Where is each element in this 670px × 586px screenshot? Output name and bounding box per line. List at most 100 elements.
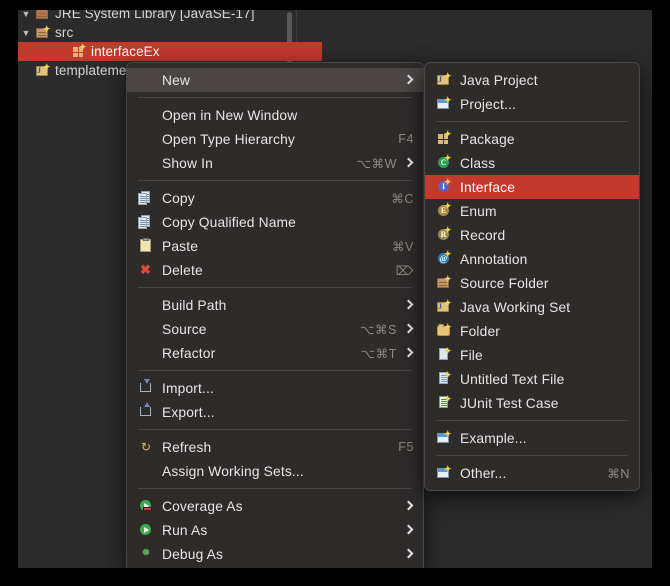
menu-item-untitled-text-file[interactable]: ✦ Untitled Text File [425, 367, 639, 391]
menu-item-record[interactable]: R ✦ Record [425, 223, 639, 247]
menu-item-show-in[interactable]: Show In ⌥⌘W [127, 151, 423, 175]
menu-item-class[interactable]: C ✦ Class [425, 151, 639, 175]
source-folder-icon: ✦ [34, 25, 51, 40]
menu-item-shortcut: ⌥⌘W [356, 156, 397, 171]
menu-item-delete[interactable]: ✖ Delete ⌦ [127, 258, 423, 282]
run-icon [137, 522, 155, 538]
tree-item-jre-system-library-javase-17[interactable]: ▼ JRE System Library [JavaSE-17] [18, 10, 255, 23]
menu-item-copy[interactable]: Copy ⌘C [127, 186, 423, 210]
menu-item-label: Open Type Hierarchy [162, 131, 295, 147]
menu-item-enum[interactable]: E ✦ Enum [425, 199, 639, 223]
chevron-right-icon [405, 548, 414, 560]
menu-item-export[interactable]: Export... [127, 400, 423, 424]
menu-item-source[interactable]: Source ⌥⌘S [127, 317, 423, 341]
menu-item-other[interactable]: ✦ Other... ⌘N [425, 461, 639, 485]
debug-icon: ✹ [141, 547, 151, 559]
menu-item-label: Folder [460, 323, 501, 339]
menu-item-import[interactable]: Import... [127, 376, 423, 400]
menu-item-new[interactable]: New [127, 68, 423, 92]
screen: ▼ JRE System Library [JavaSE-17] ▼ ✦ src ✦ int… [0, 0, 670, 586]
menu-item-shortcut: ⌘V [391, 239, 414, 254]
menu-item-label: Interface [460, 179, 516, 195]
other-icon: ✦ [435, 465, 453, 481]
java-project-icon: ✦ [34, 63, 51, 78]
tree-item-label: interfaceEx [91, 44, 160, 59]
menu-item-assign-working-sets[interactable]: Assign Working Sets... [127, 459, 423, 483]
menu-item-refactor[interactable]: Refactor ⌥⌘T [127, 341, 423, 365]
source-folder-icon: ✦ [435, 275, 453, 291]
menu-item-label: File [460, 347, 483, 363]
menu-item-paste[interactable]: Paste ⌘V [127, 234, 423, 258]
context-menu[interactable]: New Open in New Window Open Type Hierarchy… [126, 62, 424, 568]
coverage-icon [137, 498, 155, 514]
java-working-set-icon: ✦ [435, 299, 453, 315]
menu-item-label: Package [460, 131, 515, 147]
new-submenu[interactable]: ✦ Java Project ✦ Project... ✦ Package C✦ Class I… [424, 62, 640, 491]
menu-item-shortcut: ⌦ [395, 263, 414, 278]
copy-icon [137, 190, 155, 206]
menu-separator [138, 429, 412, 430]
menu-item-open-type-hierarchy[interactable]: Open Type Hierarchy F4 [127, 127, 423, 151]
example-icon: ✦ [435, 430, 453, 446]
menu-separator [138, 180, 412, 181]
menu-item-java-project[interactable]: ✦ Java Project [425, 68, 639, 92]
menu-item-label: JUnit Test Case [460, 395, 559, 411]
menu-item-label: Java Project [460, 72, 538, 88]
ide-window: ▼ JRE System Library [JavaSE-17] ▼ ✦ src ✦ int… [18, 10, 652, 568]
menu-item-annotation[interactable]: @ ✦ Annotation [425, 247, 639, 271]
menu-item-label: Paste [162, 238, 199, 254]
tree-item-interfaceex[interactable]: ✦ interfaceEx [18, 42, 322, 61]
folder-icon: ✦ [435, 323, 453, 339]
menu-item-example[interactable]: ✦ Example... [425, 426, 639, 450]
tree-item-label: src [55, 25, 74, 40]
menu-separator [436, 420, 628, 421]
menu-item-debug-as[interactable]: ✹ Debug As [127, 542, 423, 566]
chevron-right-icon [405, 74, 414, 86]
interface-icon: I ✦ [435, 178, 453, 195]
chevron-down-icon[interactable]: ▼ [18, 28, 34, 38]
delete-icon: ✖ [140, 262, 151, 277]
menu-item-refresh[interactable]: ↻ Refresh F5 [127, 435, 423, 459]
java-project-icon: ✦ [435, 72, 453, 88]
menu-item-label: Run As [162, 522, 208, 538]
menu-item-label: Delete [162, 262, 203, 278]
refresh-icon: ↻ [140, 440, 152, 454]
project-icon: ✦ [435, 96, 453, 112]
menu-item-label: Debug As [162, 546, 224, 562]
menu-item-folder[interactable]: ✦ Folder [425, 319, 639, 343]
menu-item-label: Source [162, 321, 207, 337]
menu-item-label: Source Folder [460, 275, 549, 291]
enum-icon: E ✦ [435, 202, 453, 219]
tree-item-src[interactable]: ▼ ✦ src [18, 23, 74, 42]
menu-item-project[interactable]: ✦ Project... [425, 92, 639, 116]
menu-separator [138, 370, 412, 371]
menu-item-label: Annotation [460, 251, 528, 267]
menu-item-shortcut: ⌘N [607, 466, 630, 481]
text-file-icon: ✦ [435, 371, 453, 387]
export-icon [137, 402, 155, 420]
record-icon: R ✦ [435, 226, 453, 243]
tree-item-templatemet[interactable]: ✦ templatemet [18, 61, 130, 80]
menu-item-build-path[interactable]: Build Path [127, 293, 423, 317]
menu-item-file[interactable]: ✦ File [425, 343, 639, 367]
menu-item-run-as[interactable]: Run As [127, 518, 423, 542]
menu-item-label: Record [460, 227, 506, 243]
menu-item-junit-test-case[interactable]: ✦ JUnit Test Case [425, 391, 639, 415]
menu-item-coverage-as[interactable]: Coverage As [127, 494, 423, 518]
menu-item-label: Open in New Window [162, 107, 298, 123]
menu-item-copy-qualified-name[interactable]: Copy Qualified Name [127, 210, 423, 234]
menu-item-source-folder[interactable]: ✦ Source Folder [425, 271, 639, 295]
menu-item-label: Import... [162, 380, 214, 396]
chevron-right-icon [405, 157, 414, 169]
menu-item-shortcut: ⌥⌘S [359, 322, 397, 337]
menu-item-label: Example... [460, 430, 527, 446]
menu-item-interface[interactable]: I ✦ Interface [425, 175, 639, 199]
menu-item-package[interactable]: ✦ Package [425, 127, 639, 151]
menu-separator [138, 488, 412, 489]
menu-item-label: Copy Qualified Name [162, 214, 296, 230]
chevron-right-icon [405, 347, 414, 359]
menu-item-label: Other... [460, 465, 507, 481]
menu-item-java-working-set[interactable]: ✦ Java Working Set [425, 295, 639, 319]
chevron-down-icon[interactable]: ▼ [18, 10, 34, 19]
menu-item-open-in-new-window[interactable]: Open in New Window [127, 103, 423, 127]
